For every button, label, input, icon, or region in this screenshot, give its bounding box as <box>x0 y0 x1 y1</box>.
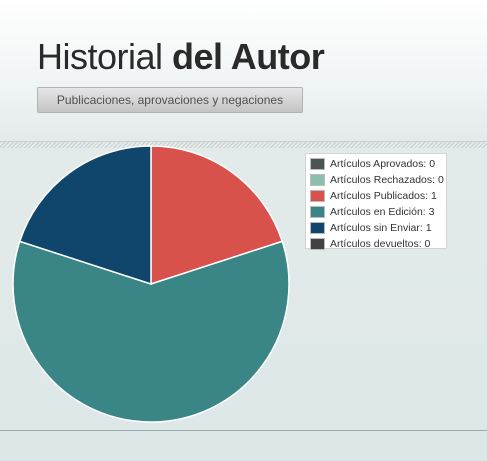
pie-chart <box>12 145 290 423</box>
legend-label: Artículos en Edición: 3 <box>330 206 435 218</box>
section-divider-bottom <box>0 430 487 431</box>
legend-item-sin-enviar: Artículos sin Enviar: 1 <box>310 220 446 236</box>
legend-item-rechazados: Artículos Rechazados: 0 <box>310 172 446 188</box>
legend-swatch <box>310 158 325 170</box>
title-light: Historial <box>37 36 163 77</box>
legend-swatch <box>310 222 325 234</box>
legend-swatch <box>310 206 325 218</box>
page-title: Historial del Autor <box>37 36 325 78</box>
publications-tab-button[interactable]: Publicaciones, aprovaciones y negaciones <box>37 87 303 113</box>
legend-label: Artículos sin Enviar: 1 <box>330 222 432 234</box>
legend-swatch <box>310 238 325 250</box>
legend-label: Artículos Rechazados: 0 <box>330 174 444 186</box>
legend-swatch <box>310 190 325 202</box>
title-bold: del Autor <box>172 36 325 77</box>
legend-item-publicados: Artículos Publicados: 1 <box>310 188 446 204</box>
legend-label: Artículos devueltos: 0 <box>330 238 431 250</box>
legend-item-aprovados: Artículos Aprovados: 0 <box>310 156 446 172</box>
legend-swatch <box>310 174 325 186</box>
legend-label: Artículos Publicados: 1 <box>330 190 437 202</box>
legend-label: Artículos Aprovados: 0 <box>330 158 436 170</box>
legend-item-devueltos: Artículos devueltos: 0 <box>310 236 446 252</box>
chart-legend: Artículos Aprovados: 0 Artículos Rechaza… <box>305 153 447 252</box>
legend-item-en-edicion: Artículos en Edición: 3 <box>310 204 446 220</box>
